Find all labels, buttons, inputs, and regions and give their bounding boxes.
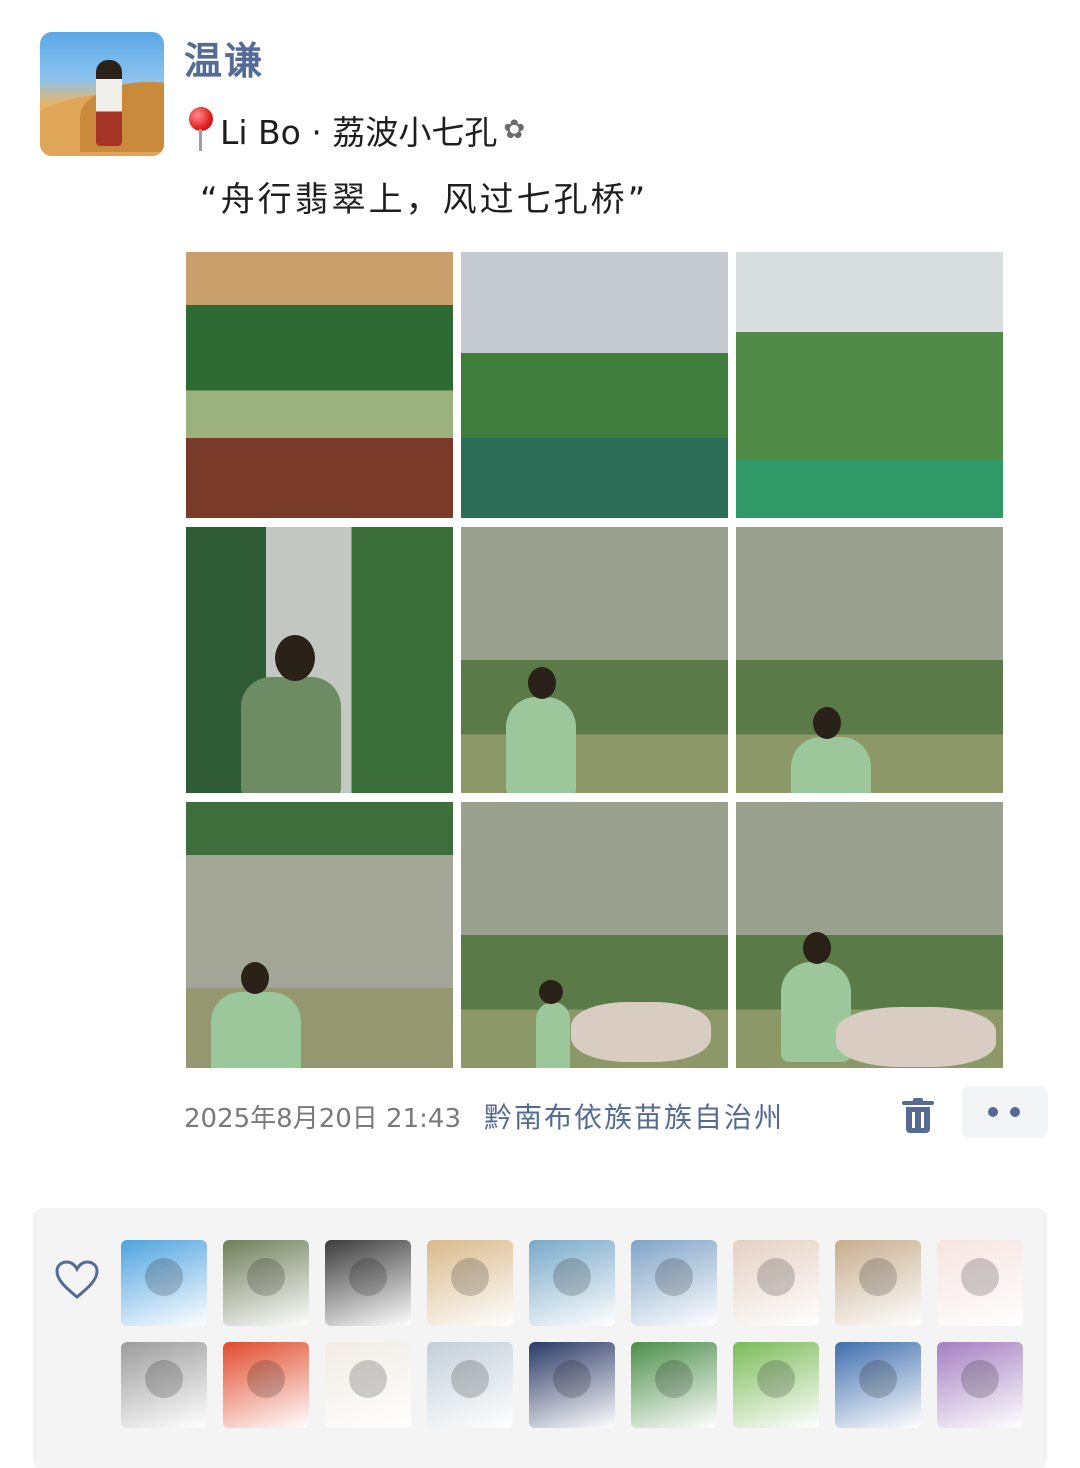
avatar-face [859,1258,897,1296]
person-figure [506,667,576,793]
pin-icon [186,107,216,153]
post-caption: “舟行翡翠上，风过七孔桥” [200,180,649,220]
photo-valley-back[interactable] [186,527,453,793]
avatar-face [349,1360,387,1398]
liker-avatar[interactable] [937,1240,1023,1326]
person-figure [791,707,871,793]
liker-avatar[interactable] [937,1342,1023,1428]
photo-boat-ride[interactable] [186,252,453,518]
avatar-face [145,1360,183,1398]
avatar-dune-2 [80,82,164,152]
photo-grid [186,252,1003,1068]
liker-avatar[interactable] [733,1240,819,1326]
avatar-face [961,1258,999,1296]
photo-cave-cliff-1[interactable] [461,527,728,793]
more-button[interactable] [962,1086,1048,1138]
more-icon [988,1107,998,1117]
post-location[interactable]: 黔南布依族苗族自治州 [484,1096,874,1136]
avatar-face [757,1258,795,1296]
lotus-icon: ✿ [503,115,526,145]
liker-avatar[interactable] [733,1342,819,1428]
engraved-stone [571,1002,711,1062]
engraved-stone [836,1007,996,1067]
avatar-face [451,1258,489,1296]
photo-bridge-crowd[interactable] [461,252,728,518]
person-figure [211,962,301,1068]
liker-avatar[interactable] [529,1240,615,1326]
author-avatar[interactable] [40,32,164,156]
photo-cliff-river[interactable] [186,802,453,1068]
location-tag-line: Li Bo · 荔波小七孔 ✿ [186,106,525,154]
avatar-face [757,1360,795,1398]
avatar-face [961,1360,999,1398]
avatar-face [859,1360,897,1398]
liker-avatar[interactable] [631,1240,717,1326]
liker-avatar[interactable] [835,1342,921,1428]
liker-avatar[interactable] [835,1240,921,1326]
liker-avatar[interactable] [325,1342,411,1428]
heart-icon[interactable] [55,1260,99,1300]
avatar-face [553,1258,591,1296]
avatar-face [247,1258,285,1296]
post-date: 2025年8月20日 21:43 [184,1104,461,1134]
liker-avatar[interactable] [427,1240,513,1326]
trash-icon[interactable] [902,1098,934,1134]
photo-rock-stone-2[interactable] [736,802,1003,1068]
avatar-face [349,1258,387,1296]
avatar-face [145,1258,183,1296]
liker-avatar[interactable] [427,1342,513,1428]
photo-cave-cliff-2[interactable] [736,527,1003,793]
avatar-face [247,1360,285,1398]
avatar-face [553,1360,591,1398]
avatar-face [451,1360,489,1398]
liker-avatar[interactable] [325,1240,411,1326]
photo-rock-stone-1[interactable] [461,802,728,1068]
liker-avatar[interactable] [223,1240,309,1326]
location-tag: Li Bo · 荔波小七孔 [220,113,498,152]
avatar-person [96,60,122,146]
avatar-face [655,1258,693,1296]
photo-green-lake[interactable] [736,252,1003,518]
liker-avatar[interactable] [121,1240,207,1326]
liker-avatar[interactable] [223,1342,309,1428]
liker-avatar[interactable] [529,1342,615,1428]
author-name[interactable]: 温谦 [184,30,264,85]
liker-avatar[interactable] [631,1342,717,1428]
person-figure [241,635,341,793]
person-figure [536,980,570,1068]
more-icon-dot [1010,1107,1020,1117]
likes-panel [33,1208,1047,1468]
avatar-face [655,1360,693,1398]
liker-avatar[interactable] [121,1342,207,1428]
